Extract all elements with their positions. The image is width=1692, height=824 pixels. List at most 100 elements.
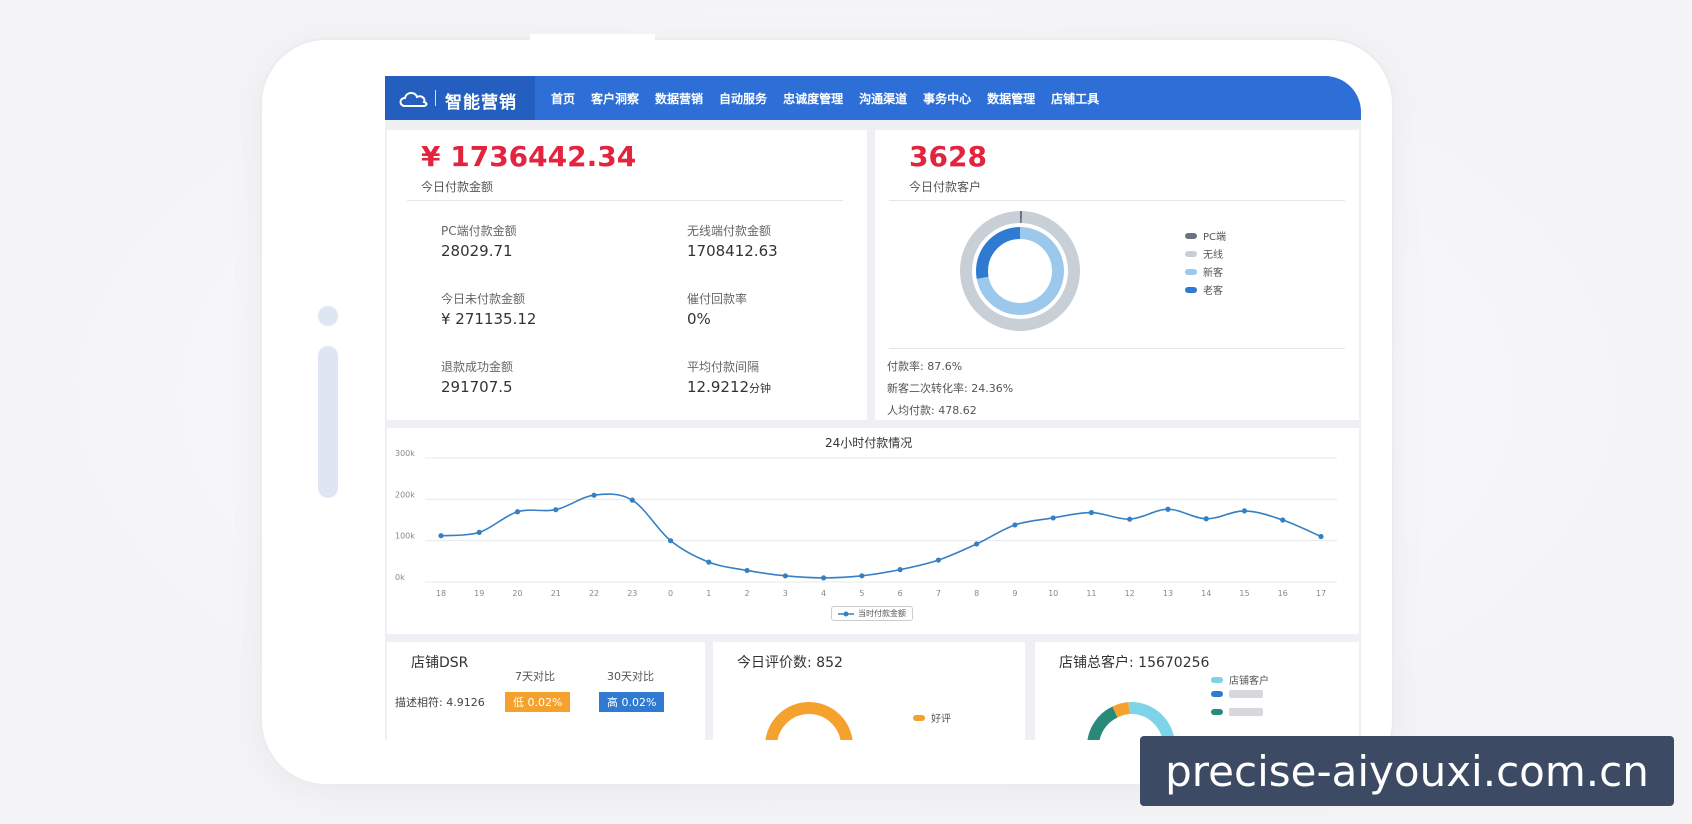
x-tick-label: 2 [745,589,750,598]
x-tick-label: 9 [1012,589,1017,598]
data-point[interactable] [1318,533,1324,540]
today-customers-count: 3628 [909,140,987,173]
data-point[interactable] [744,567,750,574]
nav-item-auto-service[interactable]: 自动服务 [719,90,767,107]
dsr-card: 店铺DSR 7天对比 30天对比 描述相符: 4.9126 低 0.02% 高 … [387,642,705,740]
data-point[interactable] [1012,522,1018,528]
dsr-col-30d: 30天对比 [607,670,654,683]
data-point[interactable] [514,509,521,515]
legend-item-wireless[interactable]: 无线 [1185,246,1223,261]
data-point[interactable] [476,529,482,535]
legend-swatch [1185,286,1197,293]
stat-value-wireless: 1708412.63 [687,242,778,260]
nav-item-data-marketing[interactable]: 数据营销 [655,90,703,107]
x-tick-label: 4 [821,589,826,598]
chart-legend[interactable]: 当时付款金额 [831,606,913,621]
nav-item-data-management[interactable]: 数据管理 [987,90,1035,107]
avg-payment: 人均付款: 478.62 [887,404,977,417]
data-point[interactable] [629,497,635,503]
payment-card: ¥ 1736442.34 今日付款金额 PC端付款金额 28029.71 无线端… [387,130,867,420]
store-customers-card: 店铺总客户: 15670256 店铺客户 [1035,642,1359,740]
nav-item-loyalty[interactable]: 忠诚度管理 [783,90,843,107]
stat-value-avg-interval: 12.9212分钟 [687,378,771,396]
legend-item-old-customers[interactable]: 老客 [1185,282,1223,297]
legend-label: 无线 [1203,250,1223,261]
legend-item-blurred-2[interactable] [1211,708,1263,716]
stat-value-pc: 28029.71 [441,242,513,260]
brand-separator [435,90,436,106]
data-point[interactable] [438,533,444,539]
x-tick-label: 23 [627,589,637,598]
nav-item-home[interactable]: 首页 [551,90,575,107]
data-point[interactable] [974,541,980,547]
x-tick-label: 1 [706,589,711,598]
avg-interval-number: 12.9212 [687,378,750,396]
customers-card: 3628 今日付款客户 PC端 无线 新客 老客 付款率: 87.6% 新客二次… [875,130,1359,420]
data-point[interactable] [706,559,712,565]
data-point[interactable] [1127,516,1133,522]
dsr-title: 店铺DSR [411,655,469,671]
data-point[interactable] [1280,517,1286,523]
legend-label: PC端 [1203,232,1227,243]
stat-value-recovery-rate: 0% [687,310,711,328]
store-customers-donut-chart [1087,701,1175,740]
data-point[interactable] [591,492,597,498]
data-point[interactable] [782,573,788,579]
legend-swatch [1185,232,1197,239]
legend-label: 新客 [1203,268,1223,279]
brand[interactable]: 智能营销 [385,76,535,120]
data-point[interactable] [897,567,903,573]
legend-item-pc[interactable]: PC端 [1185,228,1226,243]
reviews-donut-chart [765,702,853,740]
legend-swatch [1211,691,1223,697]
data-point[interactable] [859,573,865,579]
tablet-notch [530,34,655,44]
divider [889,200,1345,201]
legend-swatch [1185,250,1197,257]
data-point[interactable] [1165,506,1171,512]
x-tick-label: 13 [1163,589,1173,598]
reviews-card: 今日评价数: 852 好评 [713,642,1025,740]
tablet-camera-dot [318,306,338,326]
data-point[interactable] [1088,509,1095,516]
data-point[interactable] [1203,516,1209,522]
nav-item-affairs[interactable]: 事务中心 [923,90,971,107]
data-point[interactable] [821,575,827,581]
new-customer-conversion: 新客二次转化率: 24.36% [887,382,1014,395]
legend-series-name: 当时付款金额 [858,609,906,618]
cloud-icon [399,92,428,107]
nav-item-channels[interactable]: 沟通渠道 [859,90,907,107]
legend-item-new-customers[interactable]: 新客 [1185,264,1223,279]
legend-item-blurred-1[interactable] [1211,690,1263,698]
stat-label-avg-interval: 平均付款间隔 [687,360,760,374]
today-payment-amount: ¥ 1736442.34 [421,140,637,173]
x-tick-label: 8 [974,589,979,598]
hourly-payment-card: 24小时付款情况 0k 100k 200k 300k 18 19 20 21 22 23 0 1 2 3 4… [387,428,1359,634]
data-point[interactable] [1050,515,1056,521]
dsr-col-7d: 7天对比 [515,670,555,683]
dsr-row-description: 描述相符: 4.9126 [395,696,485,709]
legend-item-store-customers[interactable]: 店铺客户 [1211,672,1269,687]
stat-label-unpaid: 今日未付款金额 [441,292,526,306]
nav-menu: 首页 客户洞察 数据营销 自动服务 忠诚度管理 沟通渠道 事务中心 数据管理 店… [551,76,1115,120]
data-point[interactable] [1241,508,1248,514]
divider [407,200,843,201]
stat-label-wireless: 无线端付款金额 [687,224,772,238]
data-point[interactable] [553,507,559,513]
blurred-label [1229,708,1263,716]
stat-label-refund: 退款成功金额 [441,360,514,374]
hourly-payment-line-chart: 0k100k200k300k18 19 20 21 22 23 0 1 2 3 4 5 6 7 8 9 10 11… [395,449,1337,598]
store-customers-title: 店铺总客户: 15670256 [1059,655,1210,671]
legend-item-positive[interactable]: 好评 [913,710,951,725]
stat-label-pc: PC端付款金额 [441,224,517,238]
nav-item-customer-insight[interactable]: 客户洞察 [591,90,639,107]
x-tick-label: 12 [1125,589,1135,598]
data-point[interactable] [935,557,941,563]
nav-item-store-tools[interactable]: 店铺工具 [1051,90,1099,107]
dsr-badge-30d: 高 0.02% [599,692,665,712]
avg-interval-unit: 分钟 [749,382,772,395]
y-tick-label: 0k [395,573,405,582]
legend-label: 老客 [1203,286,1223,297]
legend-label: 好评 [931,714,951,725]
data-point[interactable] [667,538,674,544]
